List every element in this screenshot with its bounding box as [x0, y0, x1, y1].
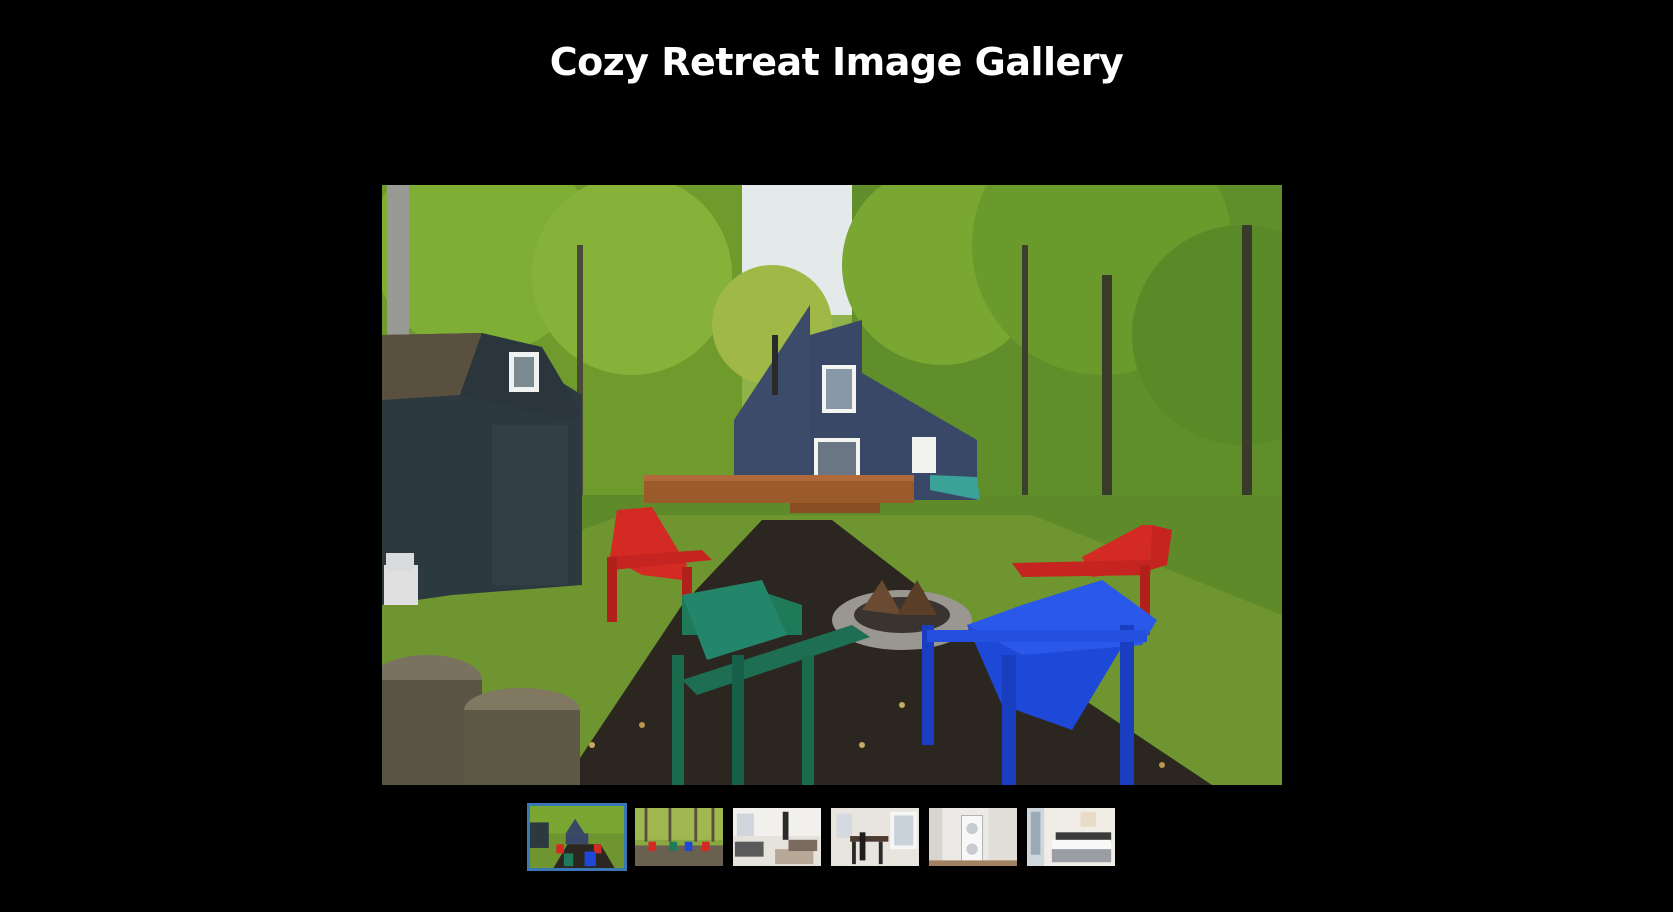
thumbnail-living-room[interactable] — [731, 806, 823, 868]
thumbnail-strip — [527, 803, 1117, 871]
thumbnail-bedroom[interactable] — [1025, 806, 1117, 868]
thumbnail-laundry-room[interactable] — [927, 806, 1019, 868]
page-title: Cozy Retreat Image Gallery — [549, 40, 1124, 84]
thumbnail-forest-chairs[interactable] — [633, 806, 725, 868]
thumbnail-dining-room[interactable] — [829, 806, 921, 868]
thumbnail-cabin-exterior[interactable] — [527, 803, 627, 871]
main-gallery-image[interactable] — [382, 185, 1282, 785]
